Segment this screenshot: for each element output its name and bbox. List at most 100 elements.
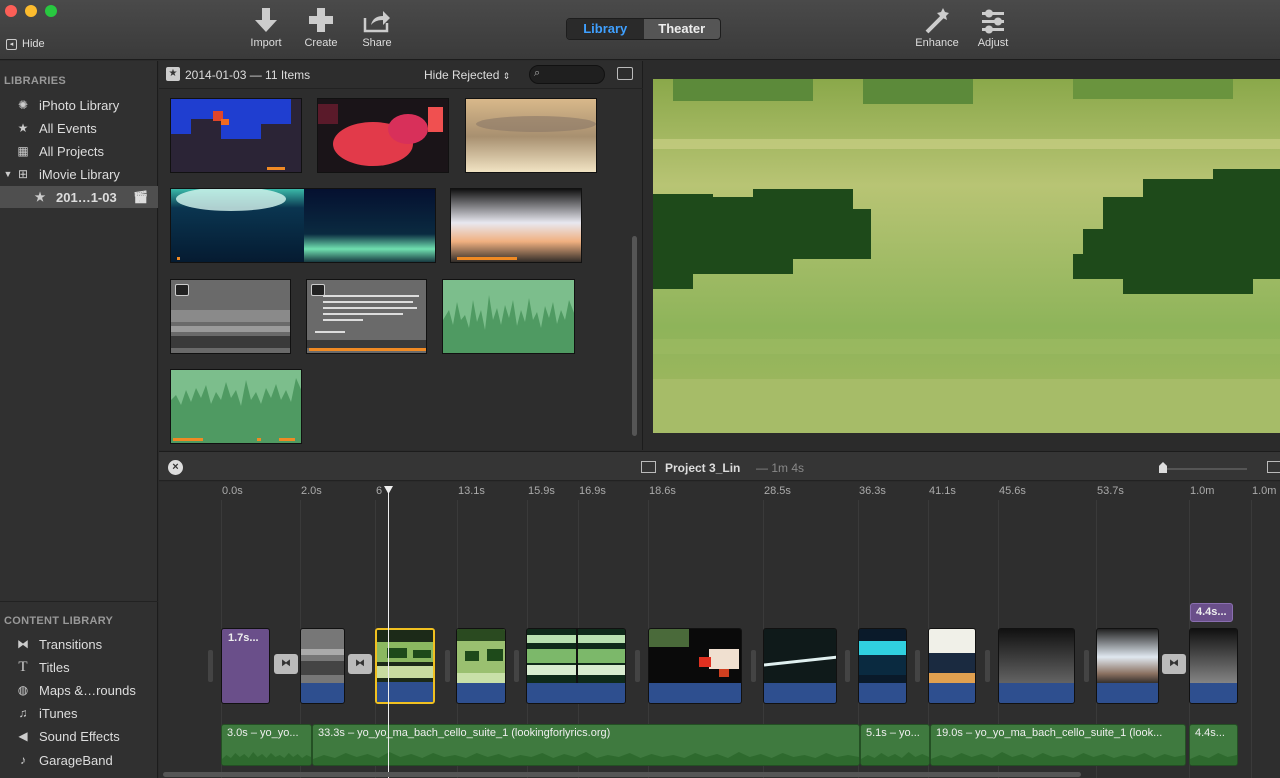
search-field[interactable]: ⌕ (529, 65, 605, 84)
share-button[interactable]: Share (347, 8, 407, 49)
sidebar-item-imovie-library[interactable]: ▼ ⊞ iMovie Library (0, 163, 158, 185)
video-clip[interactable] (763, 628, 837, 704)
sidebar-item-label: GarageBand (39, 752, 113, 768)
marker-bar (257, 438, 261, 441)
sidebar-item-titles[interactable]: T Titles (0, 656, 158, 678)
gap-handle[interactable] (1084, 650, 1089, 682)
marker-bar (173, 438, 203, 441)
sidebar-item-maps-backgrounds[interactable]: ◍ Maps &…rounds (0, 679, 158, 701)
video-clip[interactable] (300, 628, 345, 704)
timeline-settings-icon[interactable] (1267, 461, 1280, 473)
create-button[interactable]: Create (291, 8, 351, 49)
transition-icon[interactable]: ⧓ (348, 654, 372, 674)
music-clip[interactable]: 33.3s – yo_yo_ma_bach_cello_suite_1 (loo… (312, 724, 860, 766)
sidebar-item-label: All Projects (39, 143, 105, 159)
library-tab[interactable]: Library (567, 19, 644, 39)
video-clip-selected[interactable] (375, 628, 435, 704)
playhead[interactable] (388, 486, 389, 778)
sidebar-item-itunes[interactable]: ♫ iTunes (0, 702, 158, 724)
clip-thumbnail[interactable] (450, 188, 582, 263)
event-browser: ★ 2014-01-03 — 11 Items Hide Rejected ⇕ … (159, 61, 643, 450)
minimize-window-button[interactable] (25, 5, 37, 17)
sidebar-item-transitions[interactable]: ⧓ Transitions (0, 633, 158, 655)
clip-thumbnail[interactable] (170, 188, 436, 263)
music-clip[interactable]: 3.0s – yo_yo... (221, 724, 312, 766)
star-icon: ★ (34, 190, 46, 204)
ruler-gridline (1251, 500, 1252, 778)
sidebar-item-sound-effects[interactable]: ◀︎ Sound Effects (0, 725, 158, 747)
waveform (171, 370, 301, 443)
clip-thumbnail[interactable] (317, 98, 449, 173)
sidebar-item-iphoto-library[interactable]: ✺ iPhoto Library (0, 94, 158, 116)
video-clip[interactable] (928, 628, 976, 704)
zoom-slider-track[interactable] (1162, 468, 1247, 470)
clip-thumbnail[interactable] (170, 98, 302, 173)
close-window-button[interactable] (5, 5, 17, 17)
magic-wand-icon (925, 8, 949, 34)
sidebar-item-all-events[interactable]: ★ All Events (0, 117, 158, 139)
video-clip[interactable] (1096, 628, 1159, 704)
video-clip[interactable] (456, 628, 506, 704)
video-clip[interactable] (648, 628, 742, 704)
clip-frame (318, 99, 448, 172)
title-clip[interactable]: 1.7s... (221, 628, 270, 704)
audio-thumbnail[interactable] (170, 369, 302, 444)
timeline-scrollbar[interactable] (163, 772, 1081, 777)
filmstrip-icon (641, 461, 656, 473)
audio-thumbnail[interactable] (442, 279, 575, 354)
disclosure-triangle-icon[interactable]: ▼ (3, 169, 13, 179)
clip-frame (764, 629, 836, 685)
video-clip[interactable] (998, 628, 1075, 704)
gap-handle[interactable] (985, 650, 990, 682)
sidebar-item-event-2014-01-03[interactable]: ★ 201…1-03 🎬︎ (0, 186, 158, 208)
gap-handle[interactable] (445, 650, 450, 682)
gap-handle[interactable] (208, 650, 213, 682)
clip-thumbnail[interactable] (465, 98, 597, 173)
ruler-tick-label: 0.0s (222, 485, 243, 497)
gap-handle[interactable] (635, 650, 640, 682)
sidebar-item-garageband[interactable]: ♪ GarageBand (0, 749, 158, 771)
music-clip[interactable]: 19.0s – yo_yo_ma_bach_cello_suite_1 (loo… (930, 724, 1186, 766)
clip-frame (451, 189, 581, 262)
photo-thumbnail[interactable] (170, 279, 291, 354)
video-clip[interactable] (526, 628, 626, 704)
marker-bar (309, 348, 426, 351)
theater-tab[interactable]: Theater (644, 19, 721, 39)
close-project-button[interactable]: × (168, 460, 183, 475)
music-clip[interactable]: 4.4s... (1189, 724, 1238, 766)
timeline[interactable]: 0.0s 2.0s 6 13.1s 15.9s 16.9s 18.6s 28.5s 36.3s 4… (159, 482, 1280, 778)
clip-frame (171, 99, 301, 172)
hide-sidebar-button[interactable]: ◂ Hide (6, 38, 45, 50)
gap-handle[interactable] (915, 650, 920, 682)
video-clip[interactable] (1189, 628, 1238, 704)
marker-bar (177, 257, 180, 260)
transition-icon[interactable]: ⧓ (274, 654, 298, 674)
sidebar-item-label: Titles (39, 659, 70, 675)
clip-audio (764, 683, 836, 703)
gap-handle[interactable] (751, 650, 756, 682)
project-name: Project 3_Lin (665, 461, 741, 475)
clip-appearance-icon[interactable] (617, 67, 633, 80)
enhance-button[interactable]: Enhance (907, 8, 967, 49)
browser-scrollbar[interactable] (632, 236, 637, 436)
music-clip-label: 3.0s – yo_yo... (227, 727, 299, 739)
playhead-handle[interactable] (384, 486, 393, 494)
transition-icon[interactable]: ⧓ (1162, 654, 1186, 674)
hide-rejected-popup[interactable]: Hide Rejected ⇕ (424, 68, 510, 82)
photo-thumbnail[interactable] (306, 279, 427, 354)
ruler-tick-label: 16.9s (579, 485, 606, 497)
zoom-window-button[interactable] (45, 5, 57, 17)
gap-handle[interactable] (845, 650, 850, 682)
project-duration: — 1m 4s (756, 461, 805, 475)
zoom-slider-knob[interactable] (1159, 462, 1167, 473)
libraries-heading: LIBRARIES (4, 75, 66, 87)
event-title: 2014-01-03 — 11 Items (185, 68, 311, 82)
adjust-button[interactable]: Adjust (963, 8, 1023, 49)
import-button[interactable]: Import (236, 8, 296, 49)
ruler-tick-label: 15.9s (528, 485, 555, 497)
music-clip[interactable]: 5.1s – yo... (860, 724, 930, 766)
sidebar-item-all-projects[interactable]: ▦ All Projects (0, 140, 158, 162)
sidebar-item-label: Sound Effects (39, 728, 120, 744)
gap-handle[interactable] (514, 650, 519, 682)
video-clip[interactable] (858, 628, 907, 704)
